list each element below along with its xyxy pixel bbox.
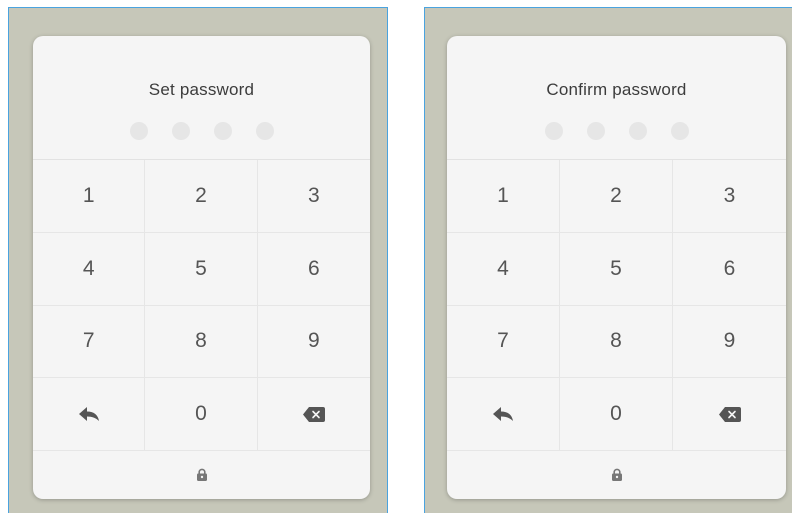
key-5[interactable]: 5 xyxy=(560,232,673,306)
footer xyxy=(33,450,370,499)
pin-dot xyxy=(255,122,274,140)
set-password-card: Set password 1 2 3 4 5 6 7 8 9 0 xyxy=(33,36,370,499)
pin-dot xyxy=(544,122,563,140)
key-2[interactable]: 2 xyxy=(560,160,673,233)
delete-button[interactable] xyxy=(257,378,370,451)
back-arrow-icon xyxy=(493,407,513,422)
pin-dot xyxy=(586,122,605,140)
keypad: 1 2 3 4 5 6 7 8 9 0 xyxy=(447,159,786,451)
pin-dot xyxy=(129,122,148,140)
key-3[interactable]: 3 xyxy=(257,160,370,233)
footer xyxy=(447,450,786,499)
key-0[interactable]: 0 xyxy=(560,378,673,451)
back-arrow-icon xyxy=(78,407,99,422)
key-2[interactable]: 2 xyxy=(145,160,258,233)
pin-indicator xyxy=(33,122,370,140)
key-1[interactable]: 1 xyxy=(33,160,146,233)
pin-dot xyxy=(171,122,190,140)
key-7[interactable]: 7 xyxy=(33,305,146,379)
key-0[interactable]: 0 xyxy=(145,378,258,451)
key-4[interactable]: 4 xyxy=(33,232,146,306)
key-6[interactable]: 6 xyxy=(257,233,370,306)
delete-button[interactable] xyxy=(673,378,786,451)
back-button[interactable] xyxy=(447,378,560,451)
backspace-icon xyxy=(302,406,325,422)
pin-dot xyxy=(213,122,232,140)
key-6[interactable]: 6 xyxy=(673,233,786,306)
key-1[interactable]: 1 xyxy=(447,160,560,233)
set-password-screen: Set password 1 2 3 4 5 6 7 8 9 0 xyxy=(8,7,388,513)
back-button[interactable] xyxy=(33,378,146,451)
key-4[interactable]: 4 xyxy=(447,232,560,306)
pin-dot xyxy=(628,122,647,140)
lock-icon xyxy=(611,468,622,481)
confirm-password-screen: Confirm password 1 2 3 4 5 6 7 8 9 0 xyxy=(424,7,792,513)
key-5[interactable]: 5 xyxy=(145,232,258,306)
lock-icon xyxy=(196,468,207,481)
pin-dot xyxy=(670,122,689,140)
key-8[interactable]: 8 xyxy=(145,305,258,379)
page-title: Set password xyxy=(148,80,255,99)
key-9[interactable]: 9 xyxy=(673,306,786,379)
key-9[interactable]: 9 xyxy=(257,306,370,379)
key-7[interactable]: 7 xyxy=(447,305,560,379)
key-3[interactable]: 3 xyxy=(673,160,786,233)
backspace-icon xyxy=(718,406,741,422)
keypad: 1 2 3 4 5 6 7 8 9 0 xyxy=(33,159,370,451)
key-8[interactable]: 8 xyxy=(560,305,673,379)
confirm-password-card: Confirm password 1 2 3 4 5 6 7 8 9 0 xyxy=(447,36,786,499)
page-title: Confirm password xyxy=(546,80,687,99)
pin-indicator xyxy=(447,122,786,140)
